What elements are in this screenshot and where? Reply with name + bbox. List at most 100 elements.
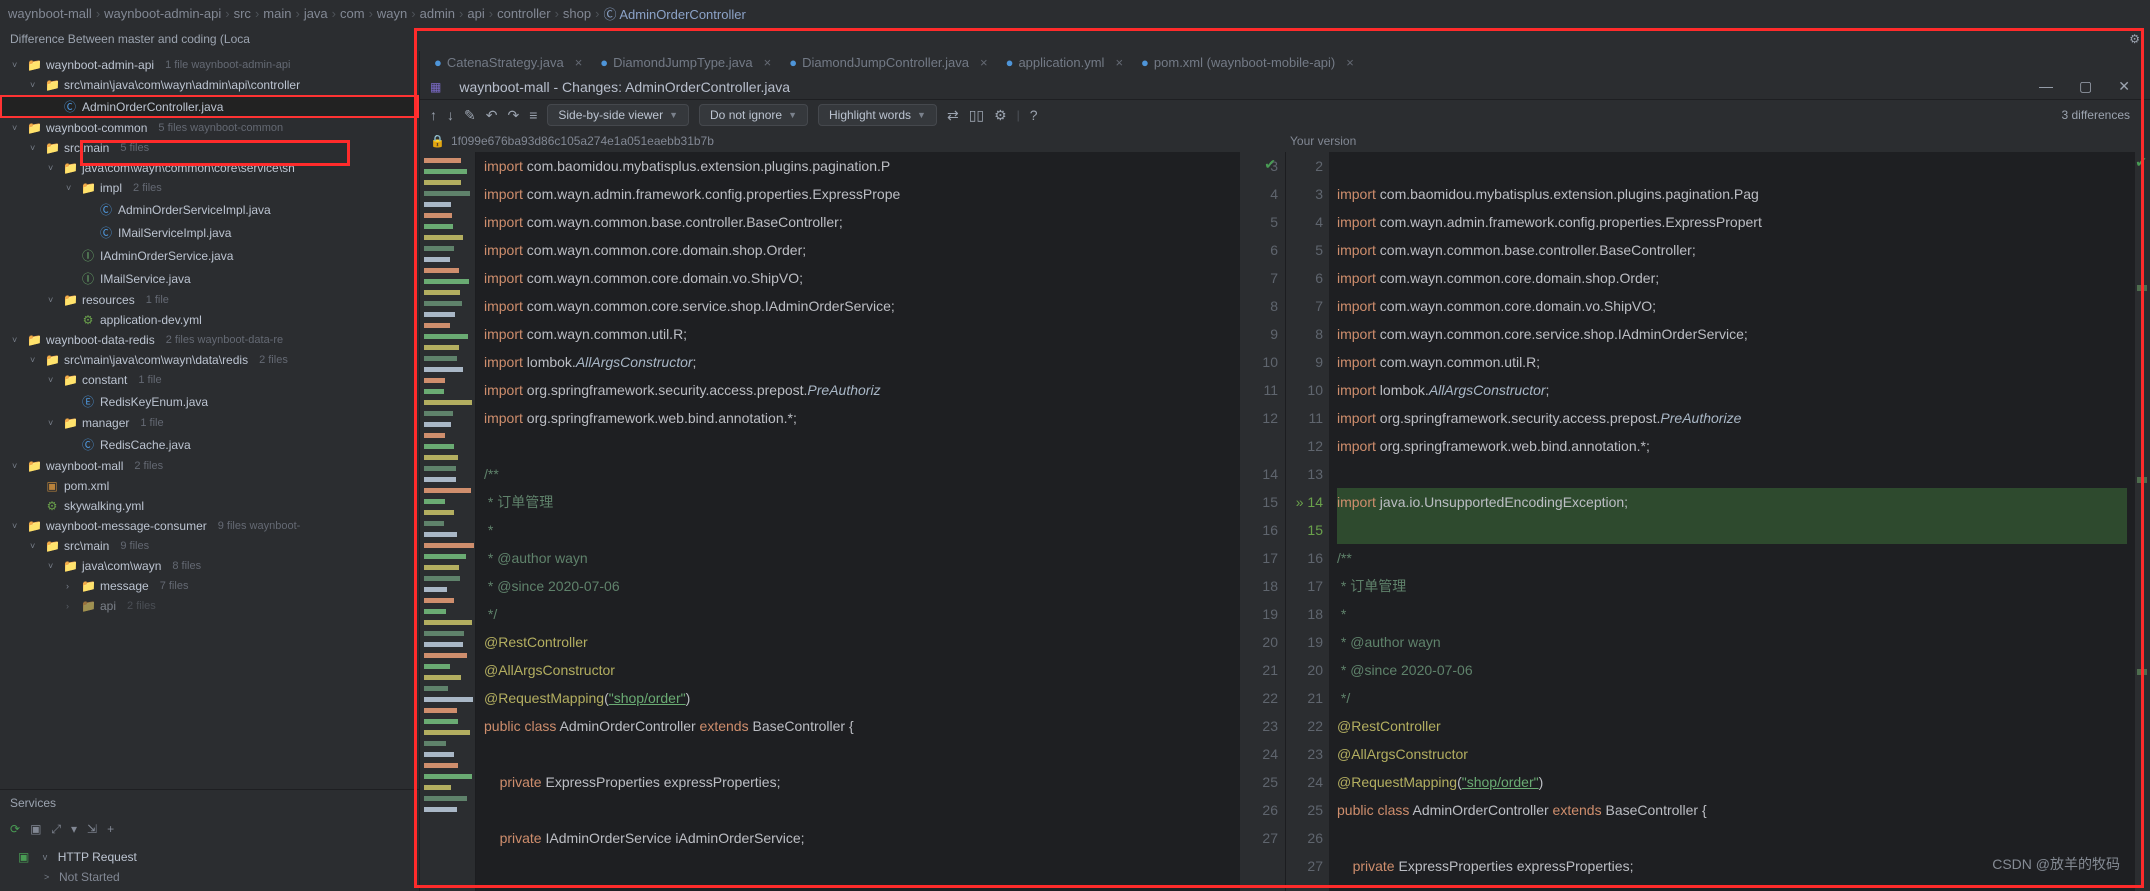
- editor-tab[interactable]: ●DiamondJumpController.java: [789, 55, 987, 70]
- expand-icon[interactable]: ⤢: [51, 822, 61, 837]
- tree-node[interactable]: Ⓒ RedisCache.java: [0, 433, 419, 456]
- collapse-icon[interactable]: ⇲: [87, 822, 97, 837]
- breadcrumb-item[interactable]: src: [234, 6, 251, 21]
- tree-node[interactable]: ˅ 📁 resources 1 file: [0, 290, 419, 310]
- tree-node[interactable]: › 📁 message 7 files: [0, 576, 419, 596]
- tree-node[interactable]: ˅ 📁 waynboot-message-consumer 9 files wa…: [0, 516, 419, 536]
- prev-diff-icon[interactable]: ↑: [430, 107, 437, 123]
- tree-node[interactable]: ˅ 📁 constant 1 file: [0, 370, 419, 390]
- stop-icon[interactable]: ▣: [30, 822, 41, 837]
- tree-label: manager: [82, 416, 129, 430]
- gear-icon[interactable]: ⚙: [2129, 32, 2140, 46]
- tree-node[interactable]: ˅ 📁 waynboot-admin-api 1 file waynboot-a…: [0, 55, 419, 75]
- breadcrumb-item[interactable]: api: [467, 6, 484, 21]
- editor-tab[interactable]: ●DiamondJumpType.java: [600, 55, 771, 70]
- redo-icon[interactable]: ↷: [507, 107, 519, 124]
- tree-meta: 2 files: [134, 460, 163, 472]
- tree-node[interactable]: Ⓘ IMailService.java: [0, 267, 419, 290]
- tree-node[interactable]: ˅ 📁 src\main 5 files: [0, 138, 419, 158]
- sync-scroll-icon[interactable]: ▯▯: [969, 107, 984, 124]
- collapse-unchanged-icon[interactable]: ⇄: [947, 107, 959, 124]
- tree-node[interactable]: ˅ 📁 src\main\java\com\wayn\admin\api\con…: [0, 75, 419, 95]
- settings-icon[interactable]: ⚙: [994, 107, 1007, 124]
- editor-tab[interactable]: ●application.yml: [1006, 55, 1123, 70]
- tree-node[interactable]: ˅ 📁 src\main\java\com\wayn\data\redis 2 …: [0, 350, 419, 370]
- tree-node[interactable]: ⚙ skywalking.yml: [0, 496, 419, 516]
- next-diff-icon[interactable]: ↓: [447, 107, 454, 123]
- breadcrumb-item[interactable]: main: [263, 6, 291, 21]
- undo-icon[interactable]: ↶: [486, 107, 498, 124]
- highlight-dropdown[interactable]: Highlight words▼: [818, 104, 937, 126]
- viewer-mode-dropdown[interactable]: Side-by-side viewer▼: [547, 104, 689, 126]
- revision-row: 🔒1f099e676ba93d86c105a274e1a051eaebb31b7…: [420, 130, 2150, 152]
- diff-window-title: waynboot-mall - Changes: AdminOrderContr…: [459, 79, 790, 95]
- tree-node[interactable]: ˅ 📁 src\main 9 files: [0, 536, 419, 556]
- folder-icon: 📁: [63, 293, 77, 307]
- tree-meta: 5 files: [120, 142, 149, 154]
- tree-node[interactable]: ▣ pom.xml: [0, 476, 419, 496]
- svc-http[interactable]: HTTP Request: [58, 850, 137, 864]
- breadcrumb-item[interactable]: controller: [497, 6, 550, 21]
- left-pane: ✔ import com.baomidou.mybatisplus.extens…: [420, 152, 1285, 891]
- folder-icon: 📁: [81, 579, 95, 593]
- help-icon[interactable]: ?: [1030, 107, 1038, 123]
- svc-notstarted[interactable]: Not Started: [59, 870, 120, 884]
- tree-node[interactable]: Ⓔ RedisKeyEnum.java: [0, 390, 419, 413]
- tree-meta: 7 files: [160, 580, 189, 592]
- tree-label: IMailServiceImpl.java: [118, 226, 231, 240]
- filter-icon[interactable]: ▾: [71, 822, 77, 837]
- tree-node[interactable]: › 📁 api 2 files: [0, 596, 419, 616]
- tree-node[interactable]: ˅ 📁 java\com\wayn\common\core\service\sh: [0, 158, 419, 178]
- breadcrumb-item[interactable]: java: [304, 6, 328, 21]
- tree-label: RedisKeyEnum.java: [100, 395, 208, 409]
- tree-meta: 5 files waynboot-common: [158, 122, 283, 134]
- menu-icon[interactable]: ≡: [529, 107, 537, 123]
- tree-node[interactable]: ˅ 📁 waynboot-data-redis 2 files waynboot…: [0, 330, 419, 350]
- folder-icon: 📁: [63, 559, 77, 573]
- maximize-icon[interactable]: ▢: [2079, 78, 2092, 95]
- editor-tab[interactable]: ●pom.xml (waynboot-mobile-api): [1141, 55, 1354, 70]
- minimap-left[interactable]: [420, 152, 476, 891]
- breadcrumb-item[interactable]: shop: [563, 6, 591, 21]
- tree-node[interactable]: ˅ 📁 waynboot-common 5 files waynboot-com…: [0, 118, 419, 138]
- tree-label: RedisCache.java: [100, 438, 191, 452]
- editor-tab[interactable]: ●CatenaStrategy.java: [434, 55, 582, 70]
- add-icon[interactable]: +: [107, 822, 114, 837]
- tree-node[interactable]: Ⓒ AdminOrderServiceImpl.java: [0, 198, 419, 221]
- breadcrumb: waynboot-mall›waynboot-admin-api›src›mai…: [0, 0, 2150, 27]
- tree-node[interactable]: ˅ 📁 manager 1 file: [0, 413, 419, 433]
- services-toolbar: ⟳ ▣ ⤢ ▾ ⇲ +: [0, 816, 419, 843]
- left-gutter: 3456789101112141516171819202122232425262…: [1240, 152, 1284, 891]
- change-strip[interactable]: ✔: [2135, 152, 2149, 891]
- services-tree[interactable]: ▣ vHTTP Request >Not Started: [0, 843, 419, 891]
- right-gutter: 2345678910111213» 1415161718192021222324…: [1285, 152, 1329, 891]
- tree-label: src\main\java\com\wayn\data\redis: [64, 353, 248, 367]
- left-code[interactable]: import com.baomidou.mybatisplus.extensio…: [476, 152, 1240, 891]
- folder-icon: 📁: [27, 519, 41, 533]
- tree-node[interactable]: ⚙ application-dev.yml: [0, 310, 419, 330]
- minimize-icon[interactable]: —: [2039, 78, 2053, 95]
- tree-node[interactable]: ˅ 📁 impl 2 files: [0, 178, 419, 198]
- tree-node[interactable]: Ⓒ IMailServiceImpl.java: [0, 221, 419, 244]
- breadcrumb-item[interactable]: Ⓒ AdminOrderController: [603, 4, 745, 23]
- breadcrumb-item[interactable]: com: [340, 6, 365, 21]
- close-icon[interactable]: ✕: [2118, 78, 2130, 95]
- editor-tabs[interactable]: ●CatenaStrategy.java ●DiamondJumpType.jav…: [420, 51, 2150, 74]
- restart-icon[interactable]: ⟳: [10, 822, 20, 837]
- breadcrumb-item[interactable]: wayn: [377, 6, 407, 21]
- tree-node[interactable]: ˅ 📁 waynboot-mall 2 files: [0, 456, 419, 476]
- tree-node[interactable]: Ⓒ AdminOrderController.java: [0, 95, 419, 118]
- right-code[interactable]: import com.baomidou.mybatisplus.extensio…: [1329, 152, 2135, 891]
- breadcrumb-item[interactable]: admin: [420, 6, 455, 21]
- ignore-dropdown[interactable]: Do not ignore▼: [699, 104, 808, 126]
- breadcrumb-item[interactable]: waynboot-mall: [8, 6, 92, 21]
- diff-window-header: ▦ waynboot-mall - Changes: AdminOrderCon…: [420, 74, 2150, 100]
- changes-tree[interactable]: ˅ 📁 waynboot-admin-api 1 file waynboot-a…: [0, 51, 419, 789]
- breadcrumb-item[interactable]: waynboot-admin-api: [104, 6, 221, 21]
- tree-meta: 1 file: [146, 294, 169, 306]
- tree-label: src\main: [64, 141, 109, 155]
- edit-icon[interactable]: ✎: [464, 107, 476, 124]
- tree-node[interactable]: ˅ 📁 java\com\wayn 8 files: [0, 556, 419, 576]
- tree-node[interactable]: Ⓘ IAdminOrderService.java: [0, 244, 419, 267]
- tree-label: skywalking.yml: [64, 499, 144, 513]
